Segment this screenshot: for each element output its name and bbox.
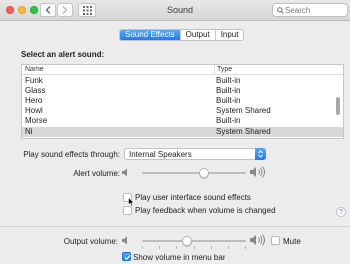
speaker-high-icon: [250, 234, 265, 246]
sound-type: Built-in: [216, 96, 241, 105]
slider-tick: [176, 246, 177, 249]
mute-label: Mute: [283, 237, 301, 246]
column-header-type[interactable]: Type: [214, 65, 232, 74]
menu-bar-checkbox[interactable]: [122, 252, 131, 261]
slider-tick: [211, 246, 212, 249]
ui-sounds-label: Play user interface sound effects: [135, 193, 251, 202]
speaker-high-icon: [250, 166, 265, 178]
close-window-button[interactable]: [6, 6, 14, 14]
table-row[interactable]: Funk Built-in: [22, 76, 343, 86]
search-input[interactable]: [285, 4, 345, 16]
slider-tick: [245, 246, 246, 249]
sound-type: Built-in: [216, 86, 241, 95]
table-row[interactable]: Hero Built-in: [22, 96, 343, 106]
show-all-button[interactable]: [78, 3, 96, 17]
table-row[interactable]: Howl System Shared: [22, 106, 343, 116]
zoom-window-button[interactable]: [30, 6, 38, 14]
output-volume-slider[interactable]: [142, 236, 246, 249]
table-header: Name Type: [22, 65, 343, 75]
sound-type: System Shared: [216, 106, 271, 115]
feedback-label: Play feedback when volume is changed: [135, 206, 276, 215]
output-device-value: Internal Speakers: [129, 150, 192, 159]
forward-button[interactable]: [57, 3, 73, 17]
slider-tick: [194, 246, 195, 249]
popup-arrows-icon: [255, 148, 266, 160]
alert-sound-heading: Select an alert sound:: [21, 50, 105, 59]
output-volume-knob[interactable]: [181, 236, 192, 246]
menu-bar-label: Show volume in menu bar: [133, 253, 226, 262]
speaker-low-icon: [122, 236, 127, 245]
search-icon: [277, 7, 284, 14]
slider-tick: [159, 246, 160, 249]
slider-tick: [228, 246, 229, 249]
sound-name: Hero: [25, 96, 43, 105]
sound-name: Morse: [25, 116, 48, 125]
table-row[interactable]: Morse Built-in: [22, 116, 343, 126]
minimize-window-button[interactable]: [18, 6, 26, 14]
sound-name: Glass: [25, 86, 46, 95]
tab-input[interactable]: Input: [216, 30, 244, 40]
table-row-selected[interactable]: Ni System Shared: [22, 127, 343, 137]
sound-type: Built-in: [216, 76, 241, 85]
mute-checkbox[interactable]: [271, 236, 280, 245]
sound-name: Funk: [25, 76, 43, 85]
output-volume-label: Output volume:: [63, 237, 118, 246]
column-header-name[interactable]: Name: [25, 66, 44, 73]
checkmark-icon: [124, 254, 131, 261]
search-field[interactable]: [272, 3, 348, 17]
chevron-right-icon: [62, 6, 68, 14]
grid-icon: [82, 5, 92, 15]
window-title: Sound: [166, 5, 194, 15]
table-scrollbar[interactable]: [336, 97, 340, 115]
feedback-checkbox[interactable]: [123, 206, 132, 215]
tab-bar: Sound Effects Output Input: [119, 29, 245, 41]
alert-volume-label: Alert volume:: [73, 169, 120, 178]
alert-sound-table[interactable]: Name Type Funk Built-in Glass Built-in H…: [21, 64, 344, 139]
sound-name: Ni: [25, 127, 33, 136]
title-bar: Sound: [0, 0, 350, 21]
chevron-left-icon: [45, 6, 51, 14]
back-button[interactable]: [40, 3, 56, 17]
mouse-cursor-icon: [128, 197, 135, 207]
tab-sound-effects[interactable]: Sound Effects: [120, 30, 181, 40]
alert-volume-slider[interactable]: [142, 168, 246, 178]
play-through-label: Play sound effects through:: [23, 150, 120, 159]
slider-tick: [142, 246, 143, 249]
sound-name: Howl: [25, 106, 43, 115]
sound-type: System Shared: [216, 127, 271, 136]
speaker-low-icon: [122, 168, 127, 177]
table-row[interactable]: Glass Built-in: [22, 86, 343, 96]
alert-volume-knob[interactable]: [199, 168, 210, 178]
tab-output[interactable]: Output: [181, 30, 216, 40]
output-device-select[interactable]: Internal Speakers: [124, 148, 266, 160]
help-button[interactable]: ?: [336, 207, 346, 217]
sound-type: Built-in: [216, 116, 241, 125]
